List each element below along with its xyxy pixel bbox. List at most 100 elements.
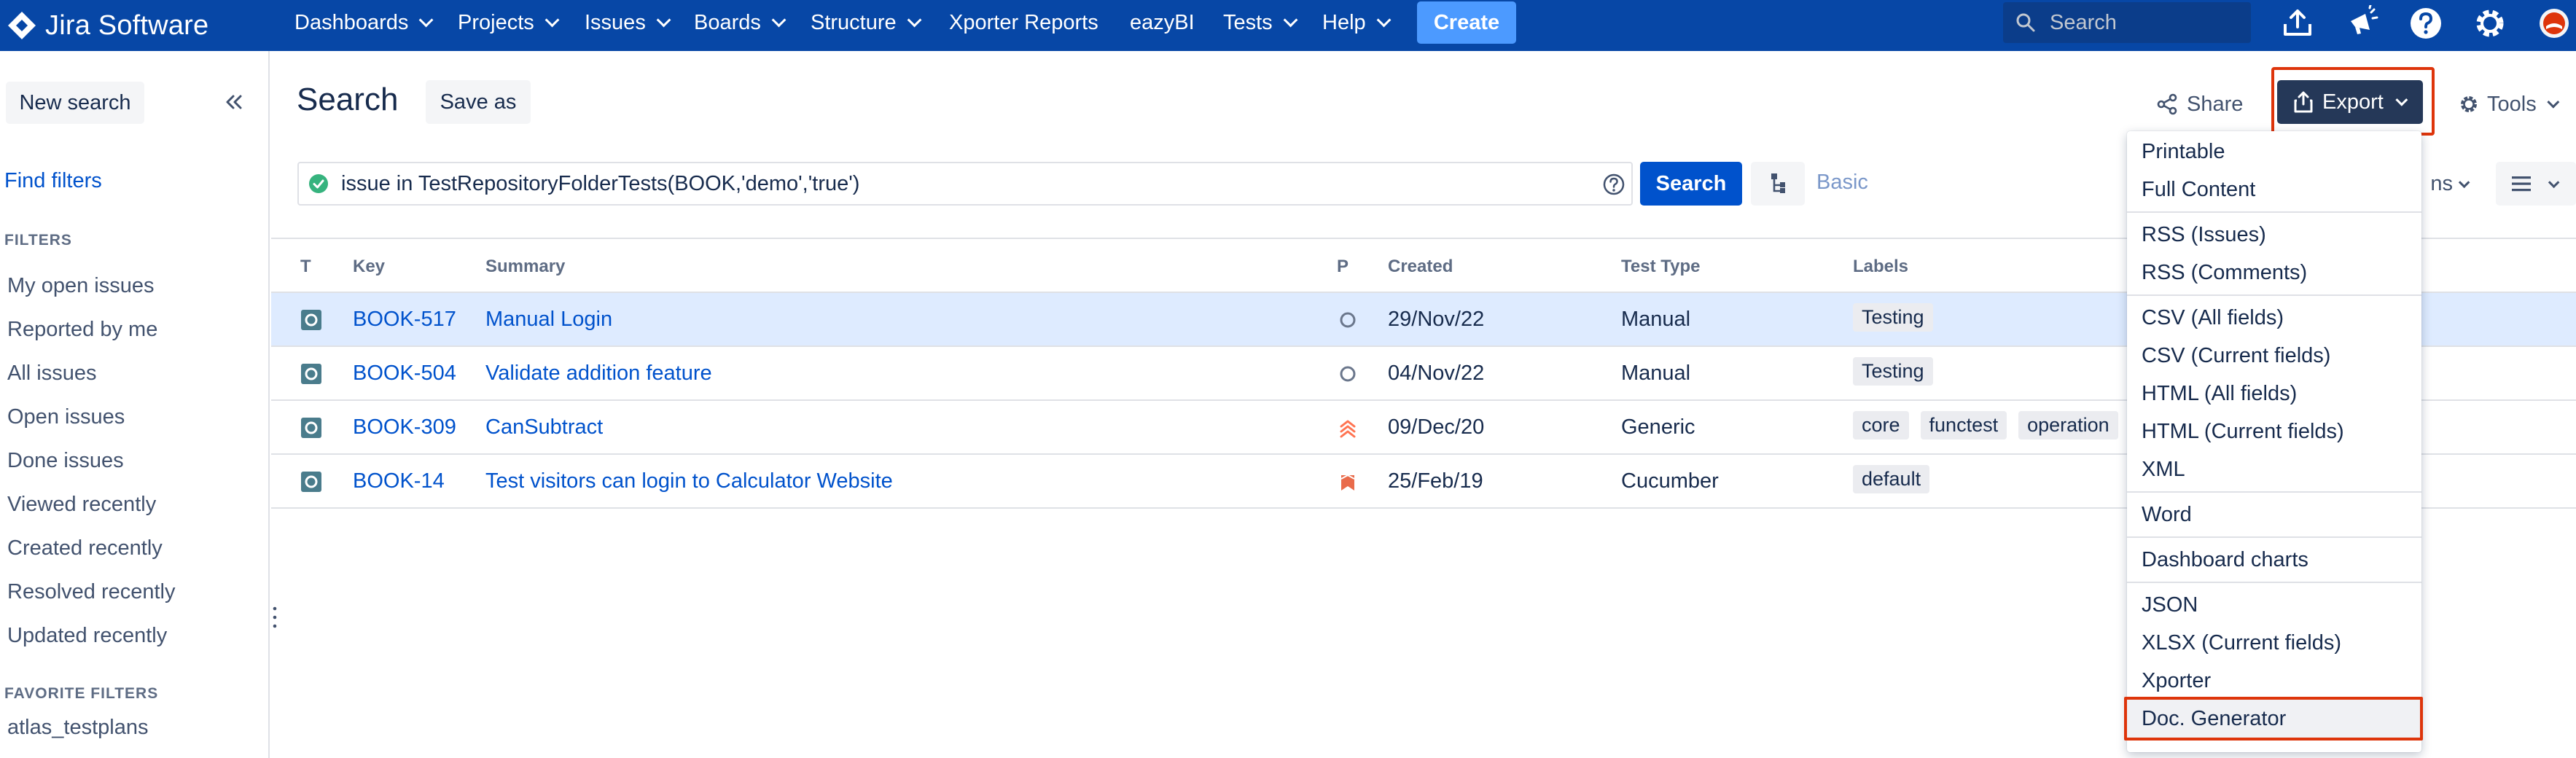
basic-search-link[interactable]: Basic bbox=[1816, 171, 1868, 195]
jql-help-icon[interactable] bbox=[1602, 173, 1625, 196]
issue-summary-link[interactable]: CanSubtract bbox=[485, 415, 603, 439]
export-option-rss-comments[interactable]: RSS (Comments) bbox=[2127, 254, 2421, 292]
nav-structure[interactable]: Structure bbox=[811, 0, 922, 45]
filter-updated-recently[interactable]: Updated recently bbox=[7, 624, 167, 648]
export-option-word[interactable]: Word bbox=[2127, 496, 2421, 534]
priority-highest-icon bbox=[1337, 417, 1359, 439]
filter-resolved-recently[interactable]: Resolved recently bbox=[7, 580, 176, 604]
created-date: 25/Feb/19 bbox=[1388, 469, 1483, 493]
export-icon bbox=[2294, 91, 2313, 113]
app-name: Jira Software bbox=[45, 9, 209, 41]
label-lozenge[interactable]: Testing bbox=[1853, 303, 1933, 332]
export-option-xlsx-current-fields[interactable]: XLSX (Current fields) bbox=[2127, 624, 2421, 662]
tools-button[interactable]: Tools bbox=[2458, 86, 2560, 122]
created-date: 09/Dec/20 bbox=[1388, 415, 1485, 439]
search-button[interactable]: Search bbox=[1640, 162, 1742, 206]
global-search[interactable] bbox=[2003, 2, 2251, 43]
export-option-full-content[interactable]: Full Content bbox=[2127, 171, 2421, 208]
tools-label: Tools bbox=[2487, 92, 2537, 116]
filter-done-issues[interactable]: Done issues bbox=[7, 449, 124, 473]
nav-xporter-reports[interactable]: Xporter Reports bbox=[949, 0, 1098, 45]
export-button[interactable]: Export bbox=[2277, 80, 2423, 124]
layout-switcher-button[interactable] bbox=[2496, 162, 2576, 206]
chevron-down-icon bbox=[656, 12, 671, 28]
jql-input[interactable]: issue in TestRepositoryFolderTests(BOOK,… bbox=[297, 162, 1633, 206]
nav-tests[interactable]: Tests bbox=[1223, 0, 1298, 45]
nav-label: Tests bbox=[1223, 10, 1273, 34]
test-type: Manual bbox=[1621, 308, 1691, 331]
filter-all-issues[interactable]: All issues bbox=[7, 362, 97, 386]
filter-created-recently[interactable]: Created recently bbox=[7, 536, 163, 560]
share-label: Share bbox=[2187, 92, 2244, 116]
filters-heading: FILTERS bbox=[4, 232, 72, 249]
filter-open-issues[interactable]: Open issues bbox=[7, 405, 125, 429]
issue-summary-link[interactable]: Validate addition feature bbox=[485, 362, 712, 386]
export-option-rss-issues[interactable]: RSS (Issues) bbox=[2127, 216, 2421, 254]
export-option-dashboard-charts[interactable]: Dashboard charts bbox=[2127, 541, 2421, 579]
nav-label: Issues bbox=[585, 10, 646, 34]
help-icon[interactable] bbox=[2405, 3, 2446, 44]
column-header-summary[interactable]: Summary bbox=[485, 257, 565, 277]
settings-icon[interactable] bbox=[2470, 3, 2510, 44]
column-header-type[interactable]: T bbox=[300, 257, 311, 277]
export-option-csv-current-fields[interactable]: CSV (Current fields) bbox=[2127, 337, 2421, 375]
list-view-icon bbox=[2512, 176, 2531, 192]
column-header-key[interactable]: Key bbox=[353, 257, 385, 277]
filter-my-open-issues[interactable]: My open issues bbox=[7, 274, 155, 298]
export-option-xml[interactable]: XML bbox=[2127, 450, 2421, 488]
chevron-down-icon bbox=[1376, 12, 1392, 28]
test-issue-type-icon bbox=[300, 363, 322, 385]
chevron-down-icon bbox=[771, 12, 787, 28]
collapse-sidebar-icon[interactable] bbox=[219, 87, 248, 117]
save-as-button[interactable]: Save as bbox=[426, 80, 531, 124]
favorite-filter-atlas-testplans[interactable]: atlas_testplans bbox=[7, 716, 148, 740]
export-option-json[interactable]: JSON bbox=[2127, 586, 2421, 624]
jql-query[interactable]: issue in TestRepositoryFolderTests(BOOK,… bbox=[341, 172, 859, 196]
avatar[interactable] bbox=[2534, 3, 2575, 44]
doc-generator-highlight-box bbox=[2124, 697, 2423, 741]
create-button[interactable]: Create bbox=[1417, 1, 1516, 44]
column-header-created[interactable]: Created bbox=[1388, 257, 1453, 277]
issue-summary-link[interactable]: Manual Login bbox=[485, 308, 612, 332]
label-lozenge[interactable]: operation bbox=[2018, 411, 2118, 439]
created-date: 29/Nov/22 bbox=[1388, 308, 1485, 331]
label-lozenge[interactable]: core bbox=[1853, 411, 1909, 439]
export-option-csv-all-fields[interactable]: CSV (All fields) bbox=[2127, 299, 2421, 337]
label-lozenge[interactable]: functest bbox=[1920, 411, 2007, 439]
column-header-priority[interactable]: P bbox=[1337, 257, 1349, 277]
issue-key-link[interactable]: BOOK-504 bbox=[353, 362, 456, 386]
nav-help[interactable]: Help bbox=[1322, 0, 1392, 45]
column-header-labels[interactable]: Labels bbox=[1853, 257, 1908, 277]
issue-key-link[interactable]: BOOK-309 bbox=[353, 415, 456, 439]
upload-icon[interactable] bbox=[2277, 3, 2318, 44]
export-option-xporter[interactable]: Xporter bbox=[2127, 662, 2421, 700]
nav-projects[interactable]: Projects bbox=[458, 0, 560, 45]
issue-key-link[interactable]: BOOK-517 bbox=[353, 308, 456, 332]
tree-filter-button[interactable] bbox=[1751, 162, 1805, 206]
export-dropdown-menu: Printable Full Content RSS (Issues) RSS (Co… bbox=[2127, 131, 2421, 752]
find-filters-link[interactable]: Find filters bbox=[4, 169, 102, 193]
nav-boards[interactable]: Boards bbox=[694, 0, 787, 45]
export-option-html-all-fields[interactable]: HTML (All fields) bbox=[2127, 375, 2421, 413]
column-header-test-type[interactable]: Test Type bbox=[1621, 257, 1700, 277]
notifications-icon[interactable] bbox=[2341, 3, 2382, 44]
export-option-printable[interactable]: Printable bbox=[2127, 133, 2421, 171]
filter-reported-by-me[interactable]: Reported by me bbox=[7, 318, 157, 342]
label-lozenge[interactable]: Testing bbox=[1853, 357, 1933, 386]
nav-label: Xporter Reports bbox=[949, 10, 1098, 34]
test-type: Generic bbox=[1621, 415, 1695, 439]
sidebar-resize-handle[interactable] bbox=[273, 605, 277, 630]
nav-eazybi[interactable]: eazyBI bbox=[1130, 0, 1195, 45]
issue-key-link[interactable]: BOOK-14 bbox=[353, 469, 445, 493]
jira-logo[interactable]: Jira Software bbox=[6, 7, 208, 44]
filter-viewed-recently[interactable]: Viewed recently bbox=[7, 493, 156, 517]
global-search-input[interactable] bbox=[2050, 10, 2239, 35]
nav-issues[interactable]: Issues bbox=[585, 0, 671, 45]
export-label: Export bbox=[2322, 90, 2384, 114]
share-button[interactable]: Share bbox=[2156, 86, 2243, 122]
export-option-html-current-fields[interactable]: HTML (Current fields) bbox=[2127, 413, 2421, 450]
nav-dashboards[interactable]: Dashboards bbox=[294, 0, 434, 45]
issue-summary-link[interactable]: Test visitors can login to Calculator We… bbox=[485, 469, 893, 493]
new-search-button[interactable]: New search bbox=[6, 82, 144, 124]
label-lozenge[interactable]: default bbox=[1853, 465, 1930, 493]
